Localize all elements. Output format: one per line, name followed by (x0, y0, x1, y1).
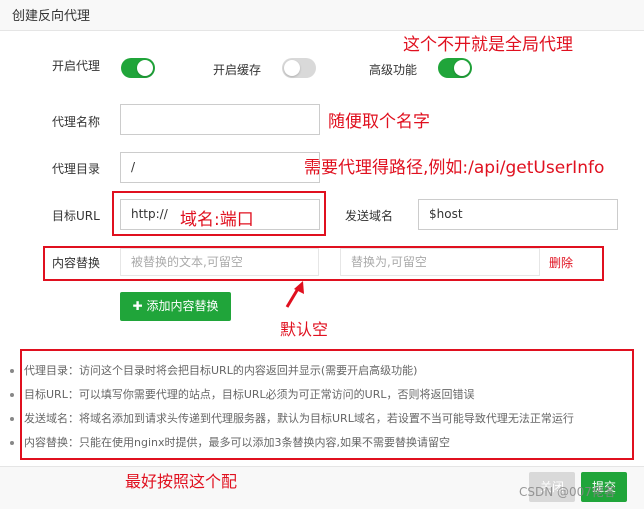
annotation-box-tips (20, 349, 634, 460)
plus-icon: ✚ (132, 299, 143, 313)
annotation-domain-port: 域名:端口 (180, 210, 254, 230)
enable-cache-label: 开启缓存 (213, 63, 262, 77)
add-replace-label: 添加内容替换 (146, 299, 219, 313)
annotation-default-empty: 默认空 (280, 320, 329, 339)
dialog-title: 创建反向代理 (12, 9, 91, 24)
proxy-dir-input[interactable]: / (120, 152, 320, 183)
target-url-label: 目标URL (52, 209, 100, 223)
bullet-icon (10, 369, 14, 373)
add-replace-button[interactable]: ✚ 添加内容替换 (120, 292, 231, 321)
enable-proxy-toggle[interactable] (121, 58, 155, 78)
send-domain-input[interactable]: $host (418, 199, 618, 230)
enable-cache-toggle[interactable] (282, 58, 316, 78)
toggle-knob (137, 60, 153, 76)
advanced-label: 高级功能 (369, 63, 418, 77)
annotation-box-content-replace (43, 246, 604, 281)
send-domain-label: 发送域名 (345, 209, 394, 223)
annotation-random-name: 随便取个名字 (328, 112, 430, 132)
proxy-name-input[interactable] (120, 104, 320, 135)
toggle-knob (284, 60, 300, 76)
proxy-dir-label: 代理目录 (52, 162, 101, 176)
dialog-titlebar: 创建反向代理 (0, 0, 644, 31)
bullet-icon (10, 417, 14, 421)
proxy-name-label: 代理名称 (52, 115, 101, 129)
annotation-global-proxy: 这个不开就是全局代理 (403, 35, 573, 55)
annotation-follow-this: 最好按照这个配 (125, 472, 238, 491)
enable-proxy-label: 开启代理 (52, 59, 101, 73)
bullet-icon (10, 393, 14, 397)
arrow-up-icon (285, 281, 304, 308)
watermark: CSDN @007佬客 (519, 485, 616, 499)
annotation-path-example: 需要代理得路径,例如:/api/getUserInfo (304, 158, 605, 178)
toggle-knob (454, 60, 470, 76)
bullet-icon (10, 441, 14, 445)
advanced-toggle[interactable] (438, 58, 472, 78)
